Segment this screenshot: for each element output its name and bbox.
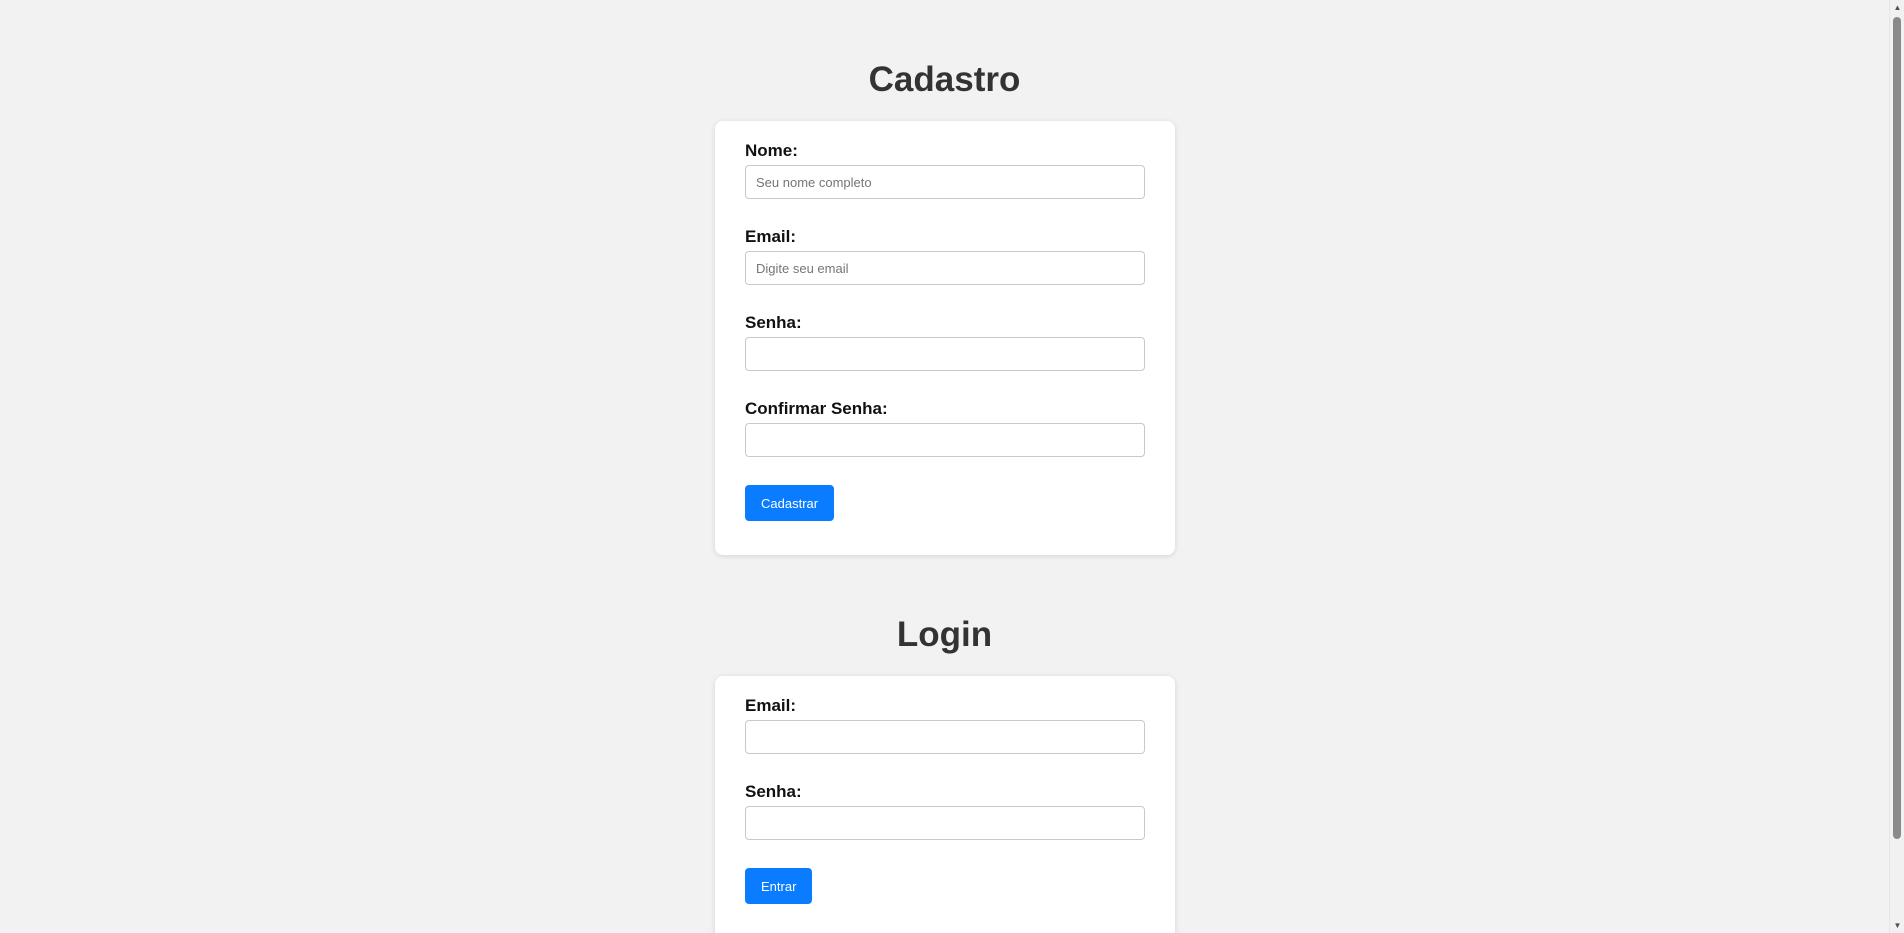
main-content: Cadastro Nome: Email: Senha: Confirmar S… bbox=[0, 0, 1889, 933]
register-email-label: Email: bbox=[745, 227, 797, 246]
register-password-input[interactable] bbox=[745, 337, 1145, 371]
login-email-input[interactable] bbox=[745, 720, 1145, 754]
login-password-input[interactable] bbox=[745, 806, 1145, 840]
scrollbar-thumb[interactable] bbox=[1893, 17, 1901, 839]
register-password-label: Senha: bbox=[745, 313, 802, 332]
scroll-down-icon[interactable]: ▼ bbox=[1890, 918, 1904, 933]
login-form: Email: Senha: Entrar bbox=[715, 676, 1175, 933]
name-input[interactable] bbox=[745, 165, 1145, 199]
register-title: Cadastro bbox=[868, 60, 1021, 99]
confirm-password-label: Confirmar Senha: bbox=[745, 399, 888, 418]
login-submit-button[interactable]: Entrar bbox=[745, 868, 813, 904]
vertical-scrollbar[interactable]: ▲ ▼ bbox=[1889, 0, 1904, 933]
login-email-label: Email: bbox=[745, 696, 797, 715]
confirm-password-input[interactable] bbox=[745, 423, 1145, 457]
register-email-input[interactable] bbox=[745, 251, 1145, 285]
page: Cadastro Nome: Email: Senha: Confirmar S… bbox=[0, 0, 1904, 933]
register-submit-button[interactable]: Cadastrar bbox=[745, 485, 835, 521]
register-form: Nome: Email: Senha: Confirmar Senha: Cad… bbox=[715, 121, 1175, 555]
scroll-up-icon[interactable]: ▲ bbox=[1890, 0, 1904, 15]
login-password-label: Senha: bbox=[745, 782, 802, 801]
name-label: Nome: bbox=[745, 141, 798, 160]
login-title: Login bbox=[896, 615, 993, 654]
